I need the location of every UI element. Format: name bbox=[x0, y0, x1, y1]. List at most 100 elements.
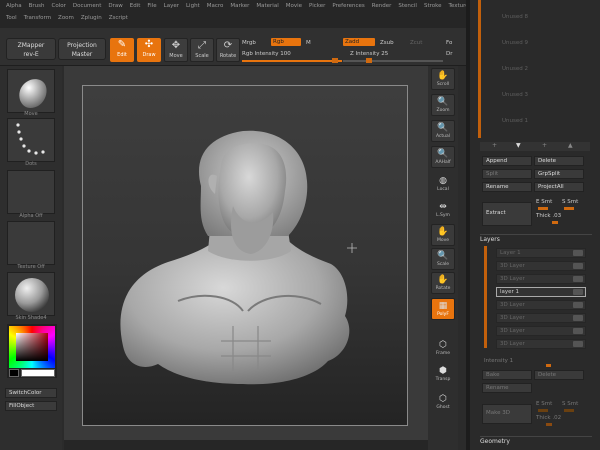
thick-2-slider[interactable]: Thick .02 bbox=[536, 414, 561, 422]
zadd-button[interactable]: Zadd bbox=[343, 38, 375, 46]
rgb-intensity-track[interactable] bbox=[242, 60, 342, 62]
polyf-tool-button[interactable]: ▦ PolyF bbox=[431, 298, 455, 320]
lsym-tool-button[interactable]: ⇹ L.Sym bbox=[431, 200, 455, 222]
rgb-intensity-handle[interactable] bbox=[332, 58, 338, 63]
s-smt-2-toggle[interactable]: S Smt bbox=[562, 400, 578, 408]
menu-item-zplugin[interactable]: Zplugin bbox=[81, 15, 102, 24]
layer-row[interactable]: 3D Layer bbox=[496, 261, 586, 271]
focal-shift-slider[interactable]: Fo bbox=[446, 39, 452, 47]
edit-button[interactable]: ✎ Edit bbox=[110, 38, 134, 62]
menu-item-light[interactable]: Light bbox=[186, 3, 200, 12]
scroll-tool-button[interactable]: ✋ Scroll bbox=[431, 68, 455, 90]
menu-item-picker[interactable]: Picker bbox=[309, 3, 325, 12]
thick-slider[interactable]: Thick .03 bbox=[536, 212, 561, 220]
subtool-slot[interactable]: Unused 9 bbox=[486, 32, 590, 58]
rgb-intensity-slider[interactable]: Rgb Intensity 100 bbox=[242, 50, 291, 58]
menu-item-preferences[interactable]: Preferences bbox=[332, 3, 364, 12]
canvas-scrollbar[interactable] bbox=[64, 440, 428, 450]
layer-visibility-toggle[interactable] bbox=[573, 289, 583, 295]
layers-rename-button[interactable]: Rename bbox=[482, 383, 532, 393]
texture-thumbnail[interactable] bbox=[7, 221, 55, 265]
rename-button[interactable]: Rename bbox=[482, 182, 532, 192]
subtool-scroll-indicator[interactable] bbox=[478, 0, 481, 138]
local-tool-button[interactable]: ◍ Local bbox=[431, 174, 455, 196]
make-3d-button[interactable]: Make 3D bbox=[482, 404, 532, 424]
subtool-slot[interactable]: Unused 3 bbox=[486, 84, 590, 110]
layer-visibility-toggle[interactable] bbox=[573, 341, 583, 347]
split-button[interactable]: Split bbox=[482, 169, 532, 179]
menu-item-draw[interactable]: Draw bbox=[108, 3, 122, 12]
subtool-slot[interactable]: Unused 1 bbox=[486, 110, 590, 136]
draw-size-slider[interactable]: Dr bbox=[446, 50, 453, 58]
subtool-slot[interactable]: Unused 8 bbox=[486, 6, 590, 32]
layer-row[interactable]: 3D Layer bbox=[496, 313, 586, 323]
mrgb-button[interactable]: Mrgb bbox=[242, 39, 256, 47]
grpsplit-button[interactable]: GrpSplit bbox=[534, 169, 584, 179]
layer-visibility-toggle[interactable] bbox=[573, 315, 583, 321]
z-intensity-slider[interactable]: Z Intensity 25 bbox=[350, 50, 388, 58]
brush-thumbnail[interactable] bbox=[7, 69, 55, 113]
menu-item-color[interactable]: Color bbox=[52, 3, 66, 12]
zsub-button[interactable]: Zsub bbox=[380, 39, 394, 47]
z-intensity-track[interactable] bbox=[343, 60, 443, 62]
zoom-tool-button[interactable]: 🔍 Zoom bbox=[431, 94, 455, 116]
secondary-color-swatch[interactable] bbox=[9, 369, 19, 377]
move-tool-button[interactable]: ✋ Move bbox=[431, 224, 455, 246]
m-button[interactable]: M bbox=[306, 39, 311, 47]
rotate-tool-button[interactable]: ✋ Rotate bbox=[431, 272, 455, 294]
menu-item-render[interactable]: Render bbox=[372, 3, 392, 12]
aahalf-tool-button[interactable]: 🔍 AAHalf bbox=[431, 146, 455, 168]
e-smt-toggle[interactable]: E Smt bbox=[536, 198, 552, 206]
fill-object-button[interactable]: FillObject bbox=[5, 401, 57, 411]
menu-item-stencil[interactable]: Stencil bbox=[398, 3, 417, 12]
layer-row[interactable]: layer 1 bbox=[496, 287, 586, 297]
layer-row[interactable]: 3D Layer bbox=[496, 326, 586, 336]
actual-tool-button[interactable]: 🔍 Actual bbox=[431, 120, 455, 142]
material-thumbnail[interactable] bbox=[7, 272, 55, 316]
sculpt-bust-model[interactable] bbox=[83, 86, 409, 427]
rotate-button[interactable]: ⟳ Rotate bbox=[216, 38, 240, 62]
stroke-thumbnail[interactable] bbox=[7, 118, 55, 162]
zcut-button[interactable]: Zcut bbox=[410, 39, 422, 47]
subtool-add-icon[interactable]: + bbox=[542, 142, 547, 149]
rgb-button[interactable]: Rgb bbox=[271, 38, 301, 46]
menu-item-transform[interactable]: Transform bbox=[24, 15, 51, 24]
subtool-slot[interactable]: Unused 2 bbox=[486, 58, 590, 84]
projection-master-button[interactable]: Projection Master bbox=[58, 38, 106, 60]
s-smt-toggle[interactable]: S Smt bbox=[562, 198, 578, 206]
viewport-canvas[interactable] bbox=[82, 85, 408, 426]
bake-button[interactable]: Bake bbox=[482, 370, 532, 380]
transp-tool-button[interactable]: ⬢ Transp bbox=[431, 364, 455, 386]
menu-item-edit[interactable]: Edit bbox=[130, 3, 141, 12]
layer-visibility-toggle[interactable] bbox=[573, 276, 583, 282]
layers-scroll-indicator[interactable] bbox=[484, 246, 487, 348]
menu-item-zscript[interactable]: Zscript bbox=[109, 15, 128, 24]
layer-row[interactable]: 3D Layer bbox=[496, 300, 586, 310]
menu-item-alpha[interactable]: Alpha bbox=[6, 3, 22, 12]
delete-button[interactable]: Delete bbox=[534, 156, 584, 166]
intensity-slider-handle[interactable] bbox=[546, 364, 551, 367]
layers-title[interactable]: Layers bbox=[480, 234, 592, 244]
layers-delete-button[interactable]: Delete bbox=[534, 370, 584, 380]
menu-item-document[interactable]: Document bbox=[73, 3, 102, 12]
layer-row[interactable]: 3D Layer bbox=[496, 274, 586, 284]
main-color-swatch[interactable] bbox=[21, 369, 55, 377]
subtool-down-icon[interactable]: ▼ bbox=[516, 142, 521, 149]
layer-visibility-toggle[interactable] bbox=[573, 250, 583, 256]
menu-item-layer[interactable]: Layer bbox=[164, 3, 179, 12]
thick-slider-handle[interactable] bbox=[552, 221, 558, 224]
projectall-button[interactable]: ProjectAll bbox=[534, 182, 584, 192]
menu-item-material[interactable]: Material bbox=[256, 3, 278, 12]
subtool-plus-icon[interactable]: + bbox=[492, 142, 497, 149]
scale-button[interactable]: ⤢ Scale bbox=[190, 38, 214, 62]
zmapper-button[interactable]: ZMapper rev-E bbox=[6, 38, 56, 60]
subtool-up-icon[interactable]: ▲ bbox=[568, 142, 573, 149]
menu-item-file[interactable]: File bbox=[147, 3, 156, 12]
intensity-slider[interactable]: Intensity 1 bbox=[484, 357, 513, 365]
move-button[interactable]: ✥ Move bbox=[164, 38, 188, 62]
e-smt-2-toggle[interactable]: E Smt bbox=[536, 400, 552, 408]
layer-visibility-toggle[interactable] bbox=[573, 263, 583, 269]
menu-item-movie[interactable]: Movie bbox=[286, 3, 302, 12]
menu-item-marker[interactable]: Marker bbox=[230, 3, 249, 12]
menu-item-macro[interactable]: Macro bbox=[207, 3, 224, 12]
